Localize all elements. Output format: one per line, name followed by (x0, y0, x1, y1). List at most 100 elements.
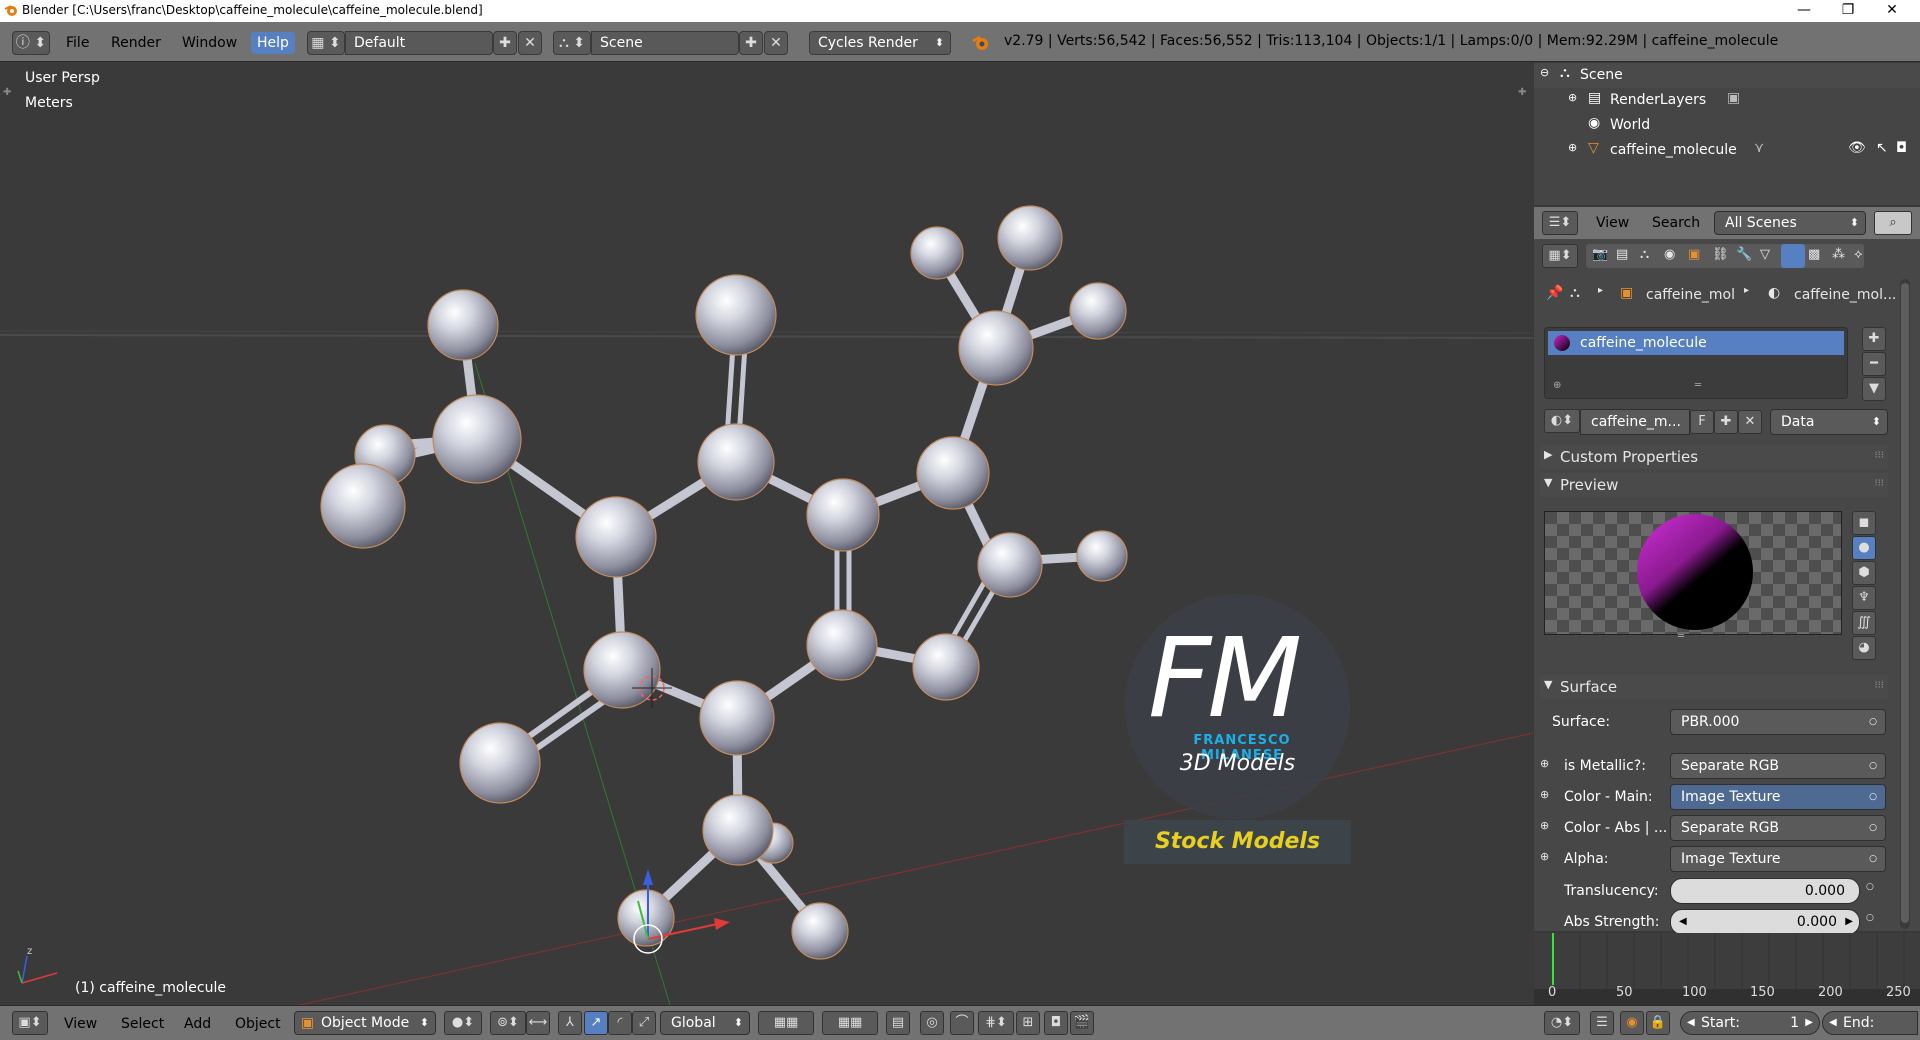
screen-layout-icon[interactable]: ▦ ⬍ (307, 31, 345, 55)
browse-material-icon[interactable]: ◐⬍ (1544, 409, 1580, 433)
expand-icon[interactable]: ⊕ (1568, 141, 1577, 154)
pivot-point-icon[interactable]: ⊚⬍ (490, 1011, 526, 1035)
physics-tab-icon[interactable]: ⟡ (1854, 247, 1863, 262)
editor-type-info-icon[interactable]: ⓘ ⬍ (12, 31, 50, 55)
color-main-input[interactable]: Image Texture ○ (1670, 784, 1886, 810)
snap-element-icon[interactable]: ⋕⬍ (978, 1011, 1014, 1035)
visibility-eye-icon[interactable]: 👁 (1848, 140, 1866, 156)
preview-panel-header[interactable]: ▼ Preview ⁝⁝⁝ (1540, 473, 1888, 497)
drag-grip-icon[interactable]: ⁝⁝⁝ (1874, 680, 1884, 691)
outliner-row-scene[interactable]: ⊖ ⛬ Scene (1534, 63, 1920, 88)
scene-field[interactable]: Scene (591, 31, 739, 55)
selectable-cursor-icon[interactable]: ↖ (1876, 140, 1888, 156)
link-dropdown[interactable]: Data ⬍ (1770, 409, 1888, 435)
decrement-arrow-icon[interactable]: ◀ (1687, 1012, 1695, 1034)
outliner-row-renderlayers[interactable]: ⊕ ▤ RenderLayers ▣ (1534, 88, 1920, 113)
increment-arrow-icon[interactable]: ▶ (1845, 910, 1853, 934)
particles-tab-icon[interactable]: ⁂ (1832, 247, 1845, 262)
new-material-icon[interactable]: ✚ (1714, 410, 1738, 434)
material-slot-item[interactable]: caffeine_molecule (1548, 331, 1844, 355)
render-layers-tab-icon[interactable]: ▤ (1616, 247, 1628, 262)
preview-sphere-icon[interactable]: ● (1852, 536, 1876, 560)
transform-orientation-dropdown[interactable]: Global ⬍ (660, 1011, 750, 1035)
menu-render[interactable]: Render (105, 32, 167, 54)
object-tab-icon[interactable]: ▣ (1688, 247, 1700, 262)
remove-layout-icon[interactable]: ✕ (518, 31, 542, 55)
decrement-arrow-icon[interactable]: ◀ (1679, 910, 1687, 934)
material-tab-icon[interactable] (1781, 244, 1805, 268)
maximize-button[interactable]: ❐ (1826, 0, 1870, 22)
editor-type-properties-icon[interactable]: ▦⬍ (1542, 244, 1578, 268)
properties-scrollbar[interactable] (1900, 279, 1910, 929)
editor-type-outliner-icon[interactable]: ☰⬍ (1542, 211, 1578, 235)
pin-icon[interactable]: 📌 (1546, 285, 1563, 301)
data-tab-icon[interactable]: ▽ (1760, 247, 1770, 262)
render-animation-icon[interactable]: 🎬 (1070, 1011, 1094, 1035)
increment-arrow-icon[interactable]: ▶ (1805, 1012, 1813, 1034)
layer-lock-icon[interactable]: ▤ (886, 1011, 910, 1035)
add-slot-icon[interactable]: ✚ (1862, 327, 1886, 351)
unlink-material-icon[interactable]: ✕ (1738, 410, 1762, 434)
expand-socket-icon[interactable]: ⊕ (1540, 819, 1549, 832)
outliner-search-menu[interactable]: Search (1652, 215, 1700, 231)
manipulate-center-icon[interactable]: ⟷ (526, 1011, 550, 1035)
slot-add-small-icon[interactable]: ⊕ (1553, 380, 1561, 391)
constraints-tab-icon[interactable]: ⛓ (1712, 247, 1729, 262)
render-image-icon[interactable]: ◘ (1044, 1011, 1068, 1035)
is-metallic-input[interactable]: Separate RGB ○ (1670, 753, 1886, 779)
expand-icon[interactable]: ⊕ (1568, 91, 1577, 104)
minimize-button[interactable]: — (1782, 0, 1826, 22)
preview-resize-grip-icon[interactable]: ═ (1678, 631, 1684, 642)
surface-panel-header[interactable]: ▼ Surface ⁝⁝⁝ (1540, 675, 1888, 699)
remove-scene-icon[interactable]: ✕ (764, 31, 788, 55)
render-engine-dropdown[interactable]: Cycles Render ⬍ (809, 31, 951, 55)
viewport-shading-icon[interactable]: ●⬍ (444, 1011, 482, 1035)
fake-user-button[interactable]: F (1690, 410, 1714, 434)
3d-viewport[interactable]: User Persp Meters (1) caffeine_molecule … (0, 63, 1533, 1005)
scrollbar-thumb[interactable] (1901, 283, 1909, 923)
rotate-manipulator-icon[interactable]: ◜ (608, 1011, 632, 1035)
timeline-menu-icon[interactable]: ☰ (1590, 1011, 1614, 1035)
alpha-input[interactable]: Image Texture ○ (1670, 846, 1886, 872)
preview-hair-icon[interactable]: ∭ (1852, 611, 1876, 635)
translucency-slider[interactable]: 0.000 (1670, 878, 1860, 904)
color-abs-input[interactable]: Separate RGB ○ (1670, 815, 1886, 841)
timeline-editor[interactable]: 0 50 100 150 200 250 (1534, 933, 1920, 1005)
add-layout-icon[interactable]: ✚ (493, 31, 517, 55)
end-frame-field[interactable]: ◀ End: (1822, 1011, 1918, 1035)
preview-world-icon[interactable]: ◕ (1852, 636, 1876, 660)
start-frame-field[interactable]: ◀ Start: 1 ▶ (1680, 1011, 1820, 1035)
outliner-row-world[interactable]: ◉ World (1534, 113, 1920, 138)
world-tab-icon[interactable]: ◉ (1664, 247, 1675, 262)
drag-grip-icon[interactable]: ⁝⁝⁝ (1874, 478, 1884, 489)
scale-manipulator-icon[interactable]: ⤢ (632, 1011, 656, 1035)
preview-cube-icon[interactable]: ⬢ (1852, 561, 1876, 585)
render-tab-icon[interactable]: 📷 (1592, 247, 1608, 262)
decrement-arrow-icon[interactable]: ◀ (1829, 1012, 1837, 1034)
expand-socket-icon[interactable]: ⊕ (1540, 788, 1549, 801)
renderable-camera-icon[interactable]: ◘ (1896, 140, 1907, 156)
screen-layout-field[interactable]: Default (345, 31, 493, 55)
slot-menu-icon[interactable]: ▼ (1862, 377, 1886, 401)
menu-window[interactable]: Window (176, 32, 243, 54)
preview-monkey-icon[interactable]: ♆ (1852, 586, 1876, 610)
collapse-icon[interactable]: ⊖ (1540, 66, 1549, 79)
translate-manipulator-icon[interactable]: ↗ (584, 1011, 608, 1035)
snap-toggle-icon[interactable]: ⌒ (950, 1011, 974, 1035)
menu-select[interactable]: Select (121, 1016, 164, 1032)
close-window-button[interactable]: ✕ (1870, 0, 1914, 22)
scene-layers-icon[interactable]: ▦▦ (822, 1011, 878, 1035)
keying-icon[interactable]: ◉ (1620, 1011, 1644, 1035)
scene-icon[interactable]: ⛬ ⬍ (553, 31, 591, 55)
expand-socket-icon[interactable]: ⊕ (1540, 757, 1549, 770)
preview-flat-icon[interactable]: ◼ (1852, 511, 1876, 535)
scene-tab-icon[interactable]: ⛬ (1640, 247, 1649, 262)
menu-help[interactable]: Help (251, 32, 295, 54)
material-name-field[interactable]: caffeine_m... (1580, 409, 1690, 435)
add-scene-icon[interactable]: ✚ (739, 31, 763, 55)
menu-file[interactable]: File (60, 32, 95, 54)
texture-tab-icon[interactable]: ▩ (1808, 247, 1820, 262)
list-resize-grip-icon[interactable]: ═ (1695, 380, 1701, 391)
drag-grip-icon[interactable]: ⁝⁝⁝ (1874, 450, 1884, 461)
interaction-mode-dropdown[interactable]: ▣ Object Mode ⬍ (294, 1011, 436, 1035)
